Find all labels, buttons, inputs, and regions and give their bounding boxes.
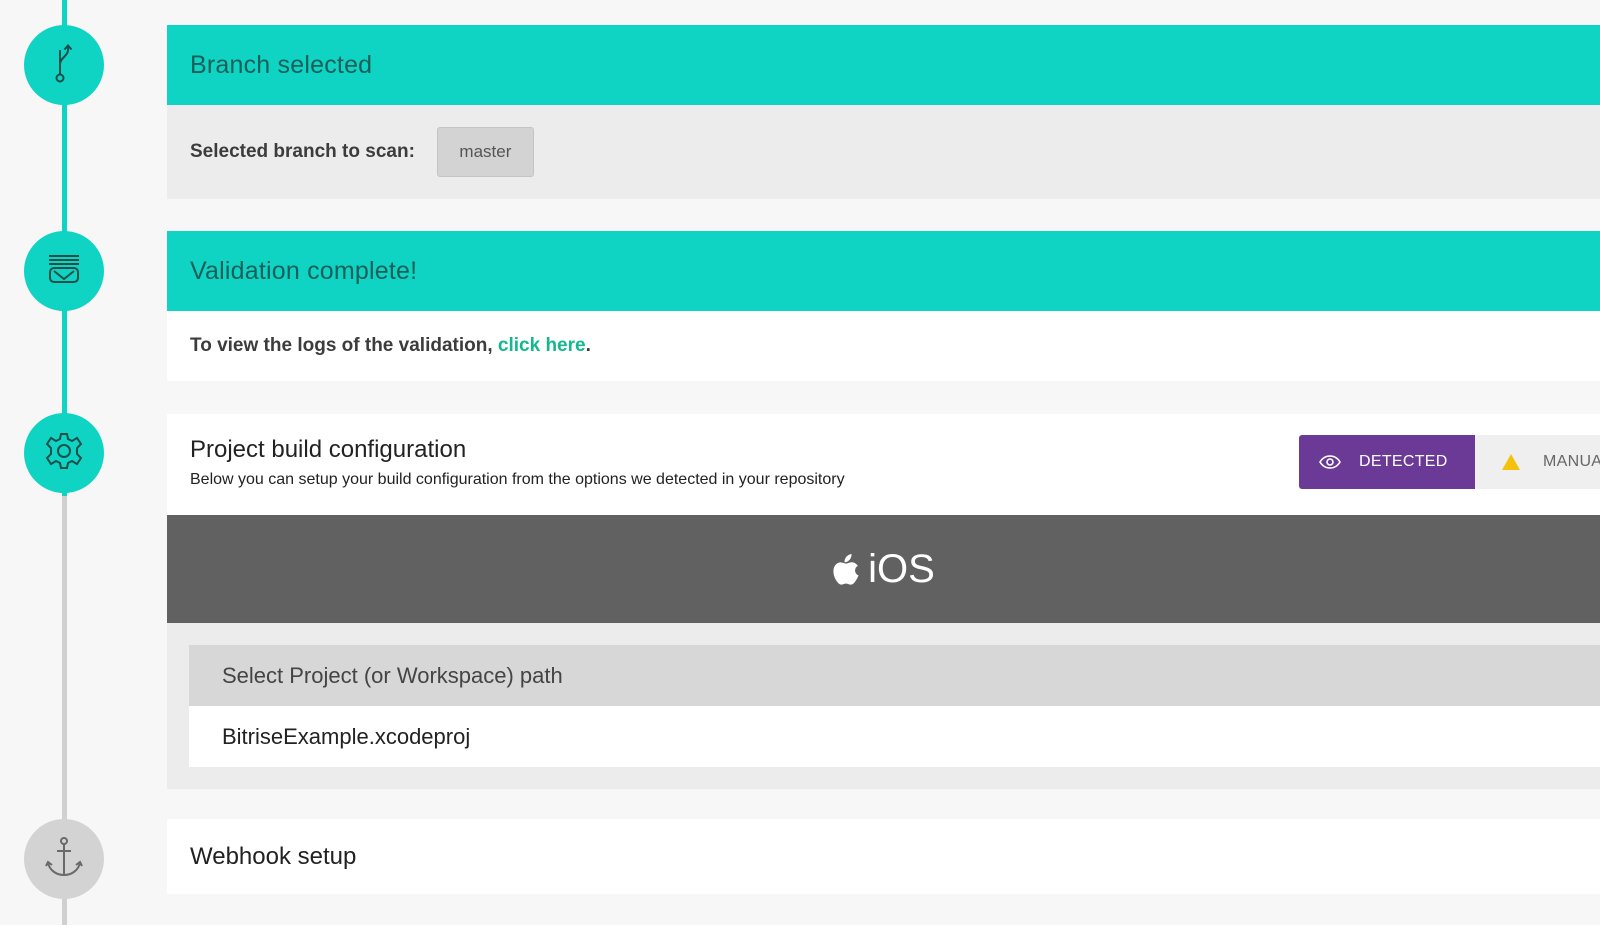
config-card: Project build configuration Below you ca…	[167, 414, 1600, 789]
platform-banner: iOS	[167, 515, 1600, 623]
project-path-header: Select Project (or Workspace) path	[189, 645, 1600, 706]
config-subtitle: Below you can setup your build configura…	[190, 471, 845, 488]
branch-label: Selected branch to scan:	[190, 141, 415, 162]
warning-icon	[1501, 453, 1521, 471]
branch-value-pill: master	[436, 127, 534, 177]
config-title: Project build configuration	[190, 436, 467, 463]
validation-logs-link[interactable]: click here	[498, 335, 586, 357]
webhook-card: Webhook setup	[167, 819, 1600, 894]
validation-card-title: Validation complete!	[167, 231, 1600, 311]
branch-card: Branch selected Selected branch to scan:…	[167, 25, 1600, 199]
detected-mode-label: DETECTED	[1359, 453, 1448, 470]
branch-icon	[50, 42, 78, 89]
validation-text: To view the logs of the validation,	[190, 335, 498, 356]
config-mode-toggle: DETECTED MANUAL	[1299, 435, 1600, 489]
eye-icon	[1319, 455, 1341, 469]
config-card-header: Project build configuration Below you ca…	[167, 414, 1600, 515]
step-config-marker	[24, 413, 104, 493]
validation-icon	[47, 254, 81, 289]
branch-card-body: Selected branch to scan: master	[167, 105, 1600, 199]
validation-card-body: To view the logs of the validation, clic…	[167, 311, 1600, 381]
platform-label: iOS	[868, 546, 935, 591]
step-validation-marker	[24, 231, 104, 311]
gear-icon	[44, 431, 84, 476]
detected-mode-button[interactable]: DETECTED	[1299, 435, 1475, 489]
webhook-card-title: Webhook setup	[190, 842, 357, 870]
project-path-option[interactable]: BitriseExample.xcodeproj	[189, 706, 1600, 767]
project-path-selector: Select Project (or Workspace) path Bitri…	[167, 623, 1600, 789]
step-webhook-marker	[24, 819, 104, 899]
step-branch-marker	[24, 25, 104, 105]
branch-card-title: Branch selected	[167, 25, 1600, 105]
validation-text-end: .	[585, 335, 591, 356]
manual-mode-button[interactable]: MANUAL	[1475, 435, 1600, 489]
apple-icon	[832, 552, 860, 586]
validation-card: Validation complete! To view the logs of…	[167, 231, 1600, 381]
manual-mode-label: MANUAL	[1543, 453, 1600, 470]
anchor-icon	[44, 835, 84, 884]
